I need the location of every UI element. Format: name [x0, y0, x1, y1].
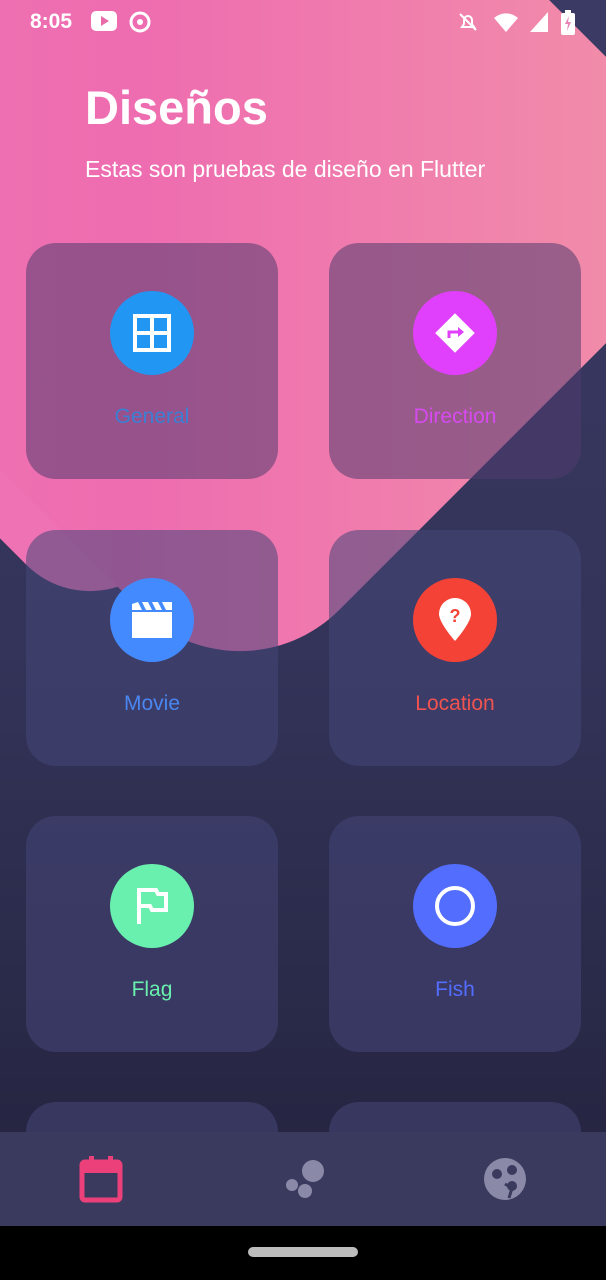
grid-icon	[110, 291, 194, 375]
battery-icon	[560, 10, 576, 42]
card-fish[interactable]: Fish	[329, 816, 581, 1052]
bubbles-icon[interactable]	[276, 1152, 330, 1206]
movie-icon	[110, 578, 194, 662]
card-label-direction: Direction	[413, 405, 497, 428]
status-bar: 8:05	[0, 0, 606, 46]
card-direction[interactable]: Direction	[329, 243, 581, 479]
home-gesture-pill[interactable]	[248, 1247, 358, 1257]
card-partial-left[interactable]	[26, 1102, 278, 1132]
card-label-general: General	[114, 405, 190, 428]
pie-chart-icon[interactable]	[478, 1152, 532, 1206]
card-partial-right[interactable]	[329, 1102, 581, 1132]
circle-icon	[413, 864, 497, 948]
card-location[interactable]: ? Location	[329, 530, 581, 766]
sync-icon	[128, 10, 152, 40]
page-subtitle: Estas son pruebas de diseño en Flutter	[85, 156, 486, 182]
calendar-icon[interactable]	[74, 1152, 128, 1206]
card-label-fish: Fish	[435, 978, 475, 1001]
system-navigation-bar	[0, 1226, 606, 1280]
card-movie[interactable]: Movie	[26, 530, 278, 766]
direction-icon	[413, 291, 497, 375]
card-label-movie: Movie	[123, 692, 181, 715]
youtube-icon	[90, 10, 118, 38]
page-title: Diseños	[85, 81, 268, 134]
signal-icon	[528, 10, 550, 40]
flag-icon	[110, 864, 194, 948]
location-icon: ?	[413, 578, 497, 662]
svg-text:?: ?	[450, 606, 461, 626]
bottom-navigation	[0, 1132, 606, 1226]
wifi-icon	[492, 10, 520, 40]
card-label-location: Location	[415, 692, 495, 715]
status-time: 8:05	[30, 10, 73, 33]
bell-off-icon	[456, 10, 480, 40]
card-flag[interactable]: Flag	[26, 816, 278, 1052]
card-general[interactable]: General	[26, 243, 278, 479]
card-label-flag: Flag	[131, 978, 173, 1001]
